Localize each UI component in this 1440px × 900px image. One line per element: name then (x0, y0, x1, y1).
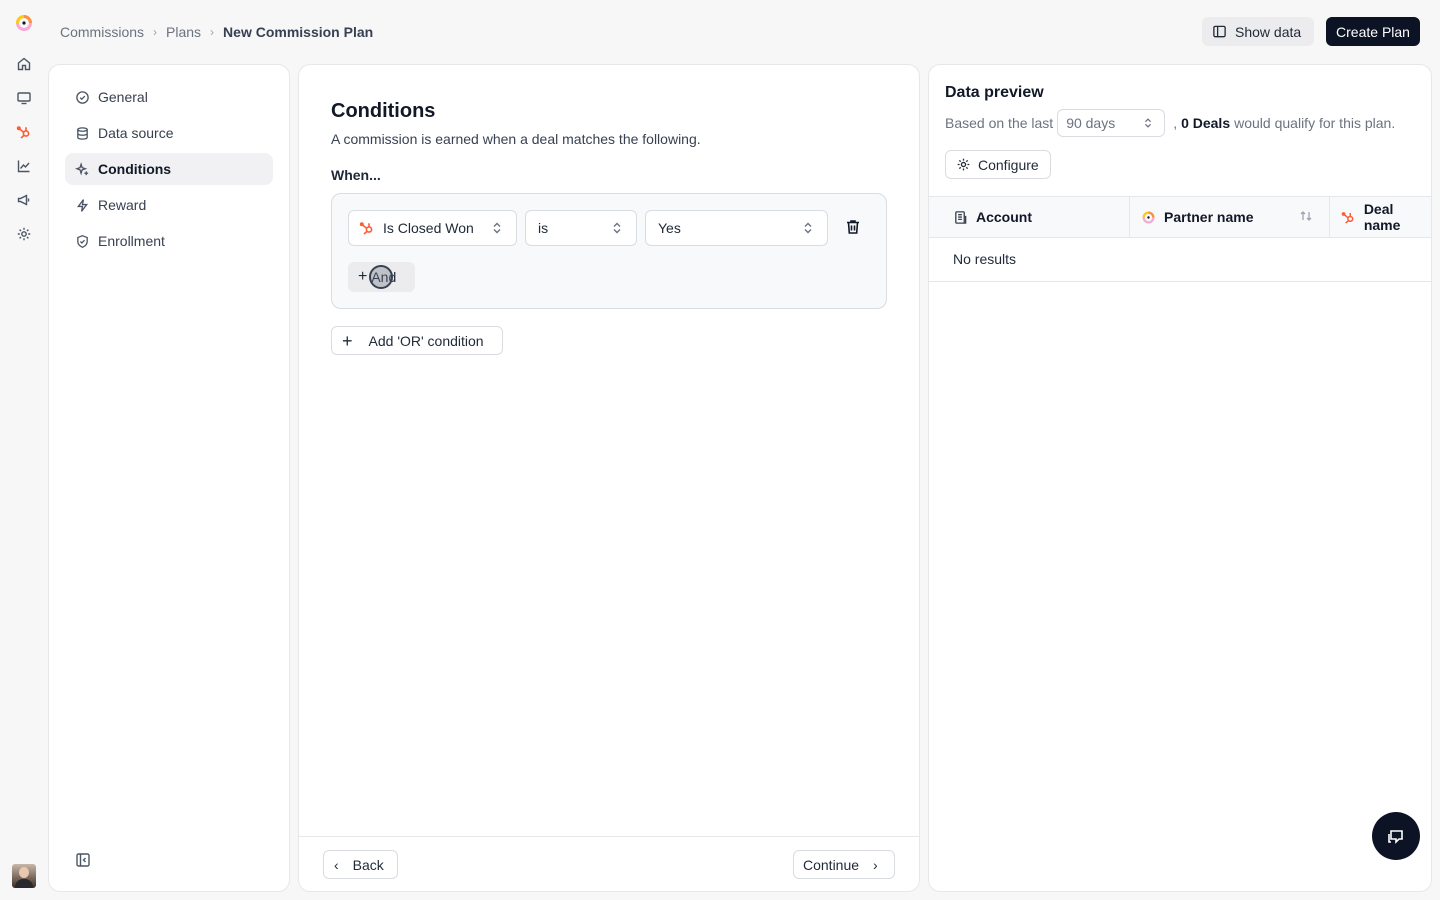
page-title: Conditions (331, 100, 436, 122)
lightning-icon (76, 198, 89, 212)
panel-icon (1213, 25, 1226, 38)
sort-icon[interactable] (1299, 209, 1313, 223)
app-rail (0, 0, 48, 900)
column-header-deal-name[interactable]: Deal name (1341, 197, 1431, 237)
app-logo-icon[interactable] (14, 13, 34, 33)
chevron-right-icon: › (153, 25, 158, 39)
building-icon (955, 210, 967, 224)
breadcrumb-commissions[interactable]: Commissions (60, 24, 144, 40)
chart-icon[interactable] (16, 158, 32, 174)
chat-button[interactable] (1372, 812, 1420, 860)
empty-state: No results (953, 251, 1017, 267)
breadcrumb: Commissions › Plans › New Commission Pla… (60, 20, 373, 44)
avatar[interactable] (12, 864, 36, 888)
field-select-value: Is Closed Won (383, 220, 474, 236)
back-label: Back (352, 856, 384, 873)
data-preview-panel: Data preview Based on the last 90 days ,… (928, 64, 1432, 892)
preview-table-header: Account Partner name Deal name (929, 196, 1431, 238)
chevron-up-down-icon (493, 222, 501, 234)
hubspot-icon[interactable] (16, 124, 32, 140)
plus-icon: + (358, 268, 368, 285)
database-icon (77, 126, 88, 140)
add-and-condition-button[interactable]: + And (348, 262, 415, 292)
trash-icon[interactable] (844, 218, 862, 236)
plus-icon: + (342, 330, 353, 351)
monitor-icon[interactable] (16, 90, 32, 106)
continue-button[interactable]: Continue › (793, 850, 895, 879)
megaphone-icon[interactable] (16, 192, 32, 208)
chevron-up-down-icon (613, 222, 621, 234)
and-label: And (371, 269, 397, 285)
days-select[interactable]: 90 days (1057, 109, 1166, 137)
preview-title: Data preview (945, 84, 1044, 101)
column-header-account[interactable]: Account (953, 197, 1032, 237)
steps-sidebar: General Data source Conditions Reward En… (48, 64, 290, 892)
comma-text: , (1173, 115, 1178, 131)
value-select-value: Yes (658, 220, 681, 236)
footer-divider (299, 836, 919, 837)
show-data-label: Show data (1235, 23, 1302, 40)
days-select-value: 90 days (1066, 115, 1116, 131)
operator-select[interactable]: is (525, 210, 637, 246)
sidebar-item-reward[interactable]: Reward (65, 189, 273, 221)
when-label: When... (331, 167, 381, 183)
collapse-sidebar-icon[interactable] (75, 852, 91, 868)
sidebar-item-label: Reward (98, 197, 147, 213)
sidebar-item-label: Data source (98, 125, 174, 141)
hubspot-icon (1341, 211, 1354, 224)
home-icon[interactable] (16, 56, 32, 72)
back-button[interactable]: ‹ Back (323, 850, 398, 879)
show-data-button[interactable]: Show data (1202, 17, 1314, 46)
column-header-label: Account (976, 209, 1032, 225)
sidebar-item-enrollment[interactable]: Enrollment (65, 225, 273, 257)
column-divider (1129, 197, 1130, 237)
chevron-left-icon: ‹ (334, 856, 339, 873)
sparkles-icon (75, 161, 89, 175)
add-or-condition-button[interactable]: + Add 'OR' condition (331, 326, 503, 355)
preview-summary: Based on the last 90 days , 0 Deals woul… (945, 109, 1395, 137)
sidebar-item-label: General (98, 89, 148, 105)
column-header-label: Deal name (1363, 201, 1401, 233)
configure-label: Configure (978, 156, 1039, 173)
column-divider (1329, 197, 1330, 237)
app-logo-icon (1142, 211, 1155, 223)
shield-check-icon (77, 234, 88, 248)
qualify-text: would qualify for this plan. (1234, 115, 1396, 131)
deal-count: 0 Deals (1181, 115, 1231, 131)
operator-select-value: is (538, 220, 549, 236)
breadcrumb-plans[interactable]: Plans (166, 24, 201, 40)
create-plan-button[interactable]: Create Plan (1326, 17, 1420, 46)
condition-group: Is Closed Won is Yes + And (331, 193, 887, 309)
column-header-partner-name[interactable]: Partner name (1141, 197, 1253, 237)
breadcrumb-current: New Commission Plan (223, 24, 374, 40)
field-select[interactable]: Is Closed Won (348, 210, 517, 246)
sidebar-item-general[interactable]: General (65, 81, 273, 113)
gear-icon (957, 158, 970, 171)
gear-icon[interactable] (16, 226, 32, 242)
sidebar-item-label: Enrollment (98, 233, 165, 249)
chevron-up-down-icon (1145, 118, 1152, 128)
sidebar-item-data-source[interactable]: Data source (65, 117, 273, 149)
chat-icon (1388, 830, 1403, 844)
continue-label: Continue (803, 856, 860, 873)
column-header-label: Partner name (1164, 209, 1254, 225)
chevron-right-icon: › (210, 25, 215, 39)
based-on-text: Based on the last (945, 115, 1054, 131)
or-label: Add 'OR' condition (368, 332, 484, 349)
row-divider (929, 281, 1431, 282)
hubspot-icon (359, 222, 373, 235)
conditions-panel: Conditions A commission is earned when a… (298, 64, 920, 892)
configure-button[interactable]: Configure (945, 150, 1051, 179)
sidebar-item-conditions[interactable]: Conditions (65, 153, 273, 185)
chevron-right-icon: › (873, 856, 878, 873)
chevron-up-down-icon (804, 222, 812, 234)
check-circle-icon (76, 90, 89, 104)
page-subtitle: A commission is earned when a deal match… (331, 131, 701, 147)
sidebar-item-label: Conditions (98, 161, 172, 177)
value-select[interactable]: Yes (645, 210, 828, 246)
